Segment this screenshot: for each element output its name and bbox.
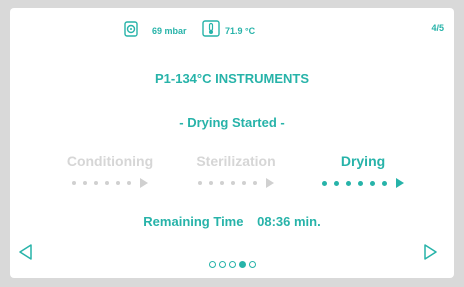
- pressure-readout: 69 mbar: [152, 26, 187, 36]
- page-dot-current[interactable]: [238, 261, 246, 268]
- step-progress-dots: [303, 177, 423, 189]
- chevron-left-icon: [19, 244, 32, 260]
- step-conditioning: Conditioning: [50, 153, 170, 189]
- page-dot[interactable]: [248, 261, 256, 268]
- prev-page-button[interactable]: [16, 242, 36, 262]
- phase-status: - Drying Started -: [179, 115, 285, 130]
- chevron-right-icon: [424, 244, 437, 260]
- step-progress-dots: [50, 177, 170, 189]
- remaining-time-label: Remaining Time: [143, 214, 244, 229]
- arrow-right-icon: [266, 178, 274, 188]
- remaining-time-value: 08:36 min.: [257, 214, 321, 229]
- arrow-right-icon: [396, 178, 404, 188]
- pressure-gauge-icon: [124, 21, 138, 39]
- thermometer-icon: [202, 20, 220, 39]
- step-drying: Drying: [303, 153, 423, 189]
- page-dot[interactable]: [218, 261, 226, 268]
- program-title: P1-134°C INSTRUMENTS: [154, 71, 309, 86]
- autoclave-screen: 69 mbar 71.9 °C 4/5 P1-134°C INSTRUMENTS…: [10, 8, 454, 278]
- page-indicator: [10, 261, 454, 268]
- remaining-time: Remaining Time 08:36 min.: [10, 214, 454, 229]
- step-label: Drying: [340, 153, 386, 169]
- step-sterilization: Sterilization: [176, 153, 296, 189]
- page-dot[interactable]: [208, 261, 216, 268]
- temperature-readout: 71.9 °C: [225, 26, 256, 36]
- step-label: Sterilization: [196, 153, 276, 169]
- next-page-button[interactable]: [420, 242, 440, 262]
- step-label: Conditioning: [66, 153, 154, 169]
- page-counter: 4/5: [431, 23, 444, 33]
- step-progress-dots: [176, 177, 296, 189]
- page-dot[interactable]: [228, 261, 236, 268]
- arrow-right-icon: [140, 178, 148, 188]
